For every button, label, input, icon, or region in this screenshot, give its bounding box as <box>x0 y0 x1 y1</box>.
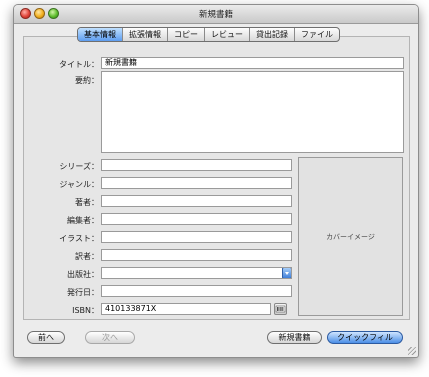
illustrator-label: イラスト： <box>59 234 99 243</box>
genre-field[interactable] <box>101 177 292 189</box>
tab-copies[interactable]: コピー <box>167 28 204 41</box>
summary-textarea[interactable] <box>101 71 404 153</box>
author-field[interactable] <box>101 195 292 207</box>
tab-files[interactable]: ファイル <box>294 28 339 41</box>
isbn-label: ISBN： <box>72 306 99 315</box>
quick-fill-button[interactable]: クイックフィル <box>327 331 403 344</box>
pubdate-field[interactable] <box>101 285 292 297</box>
publisher-combobox[interactable] <box>101 267 292 279</box>
tab-lending-history[interactable]: 貸出記録 <box>249 28 294 41</box>
publisher-label: 出版社： <box>67 270 99 279</box>
illustrator-field[interactable] <box>101 231 292 243</box>
tab-reviews[interactable]: レビュー <box>204 28 249 41</box>
series-label: シリーズ： <box>59 162 99 171</box>
barcode-scanner-icon <box>275 305 286 313</box>
summary-label: 要約： <box>75 76 99 85</box>
new-book-button[interactable]: 新規書籍 <box>267 331 322 344</box>
title-field[interactable]: 新規書籍 <box>101 57 404 69</box>
tab-extended-info[interactable]: 拡張情報 <box>122 28 167 41</box>
genre-label: ジャンル： <box>59 180 99 189</box>
author-label: 著者： <box>75 198 99 207</box>
pubdate-label: 発行日： <box>67 288 99 297</box>
resize-grip-icon[interactable] <box>408 347 416 355</box>
cover-image-label: カバーイメージ <box>326 232 375 241</box>
title-bar: 新規書籍 <box>14 5 418 24</box>
isbn-field[interactable]: 410133871X <box>101 303 271 315</box>
window-title: 新規書籍 <box>198 10 233 20</box>
title-label: タイトル： <box>59 60 99 69</box>
editor-field[interactable] <box>101 213 292 225</box>
book-editor-window: 新規書籍 タイトル： 新規書籍 要約： シリーズ： ジャンル： 著者： 編集者：… <box>13 4 419 358</box>
series-field[interactable] <box>101 159 292 171</box>
tab-bar: 基本情報 拡張情報 コピー レビュー 貸出記録 ファイル <box>77 27 340 42</box>
chevron-down-icon[interactable] <box>282 268 291 278</box>
tab-panel: タイトル： 新規書籍 要約： シリーズ： ジャンル： 著者： 編集者： イラスト… <box>23 36 410 320</box>
cover-image-well[interactable]: カバーイメージ <box>298 157 403 316</box>
prev-button[interactable]: 前へ <box>27 331 65 344</box>
tab-basic-info[interactable]: 基本情報 <box>78 28 122 41</box>
barcode-scanner-button[interactable] <box>274 303 287 315</box>
translator-label: 訳者： <box>75 252 99 261</box>
translator-field[interactable] <box>101 249 292 261</box>
next-button[interactable]: 次へ <box>85 331 135 344</box>
editor-label: 編集者： <box>67 216 99 225</box>
